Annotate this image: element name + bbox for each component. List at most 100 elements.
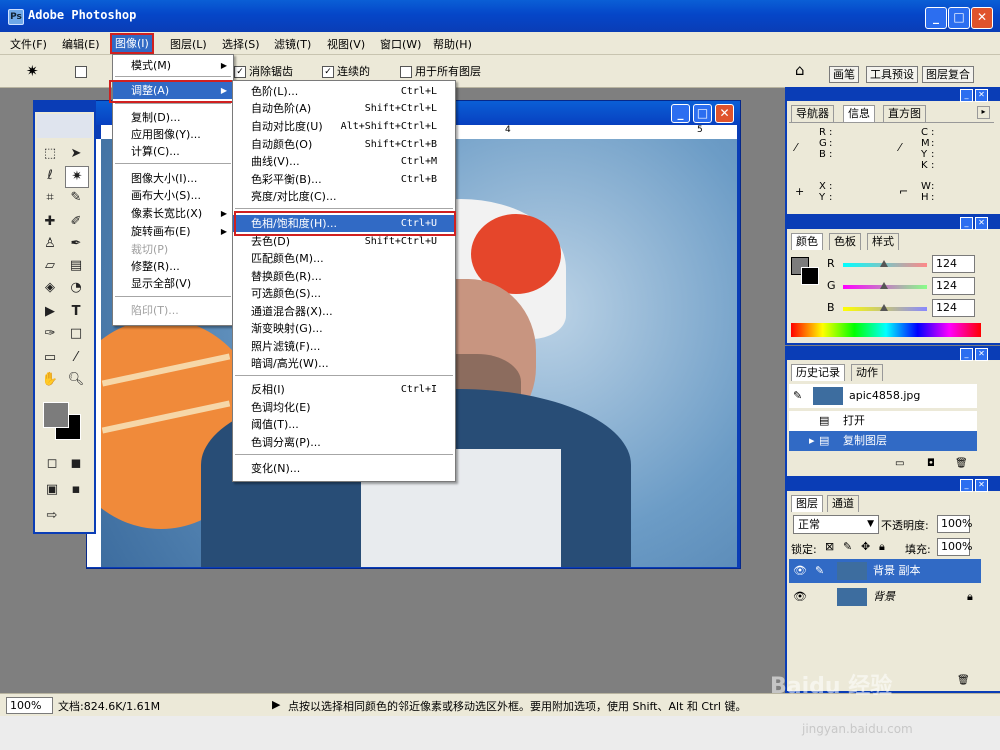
zoom-tool-icon[interactable]: 🔍︎ [65, 370, 87, 390]
menu-item-threshold[interactable]: 阈值(T)... [233, 416, 455, 433]
menu-item-posterize[interactable]: 色调分离(P)... [233, 434, 455, 451]
screen-mode-icon[interactable]: ▣ [41, 480, 63, 500]
magic-wand-tool-icon[interactable]: ✷ [65, 166, 89, 188]
dodge-tool-icon[interactable]: ◔ [65, 278, 87, 298]
tab-color[interactable]: 颜色 [791, 233, 823, 250]
panel-menu-icon[interactable]: ▸ [977, 106, 990, 119]
quick-mask-icon[interactable]: ◼ [65, 454, 87, 474]
fill-field[interactable]: 100% [937, 538, 972, 556]
menu-item-apply-image[interactable]: 应用图像(Y)... [113, 126, 233, 143]
clone-stamp-icon[interactable]: ♙ [39, 234, 61, 254]
menu-item-pixel-aspect[interactable]: 像素长宽比(X) ▶ [113, 205, 233, 222]
new-document-from-state-icon[interactable]: ▭ [895, 458, 904, 469]
menu-image[interactable]: 图像(I) [110, 33, 154, 54]
tab-histogram[interactable]: 直方图 [883, 105, 926, 122]
menu-item-selective-color[interactable]: 可选颜色(S)... [233, 285, 455, 302]
minimize-button[interactable]: _ [925, 7, 947, 29]
move-tool-icon[interactable]: ➤ [65, 144, 87, 164]
panel-minimize-button[interactable]: _ [960, 479, 973, 492]
eraser-tool-icon[interactable]: ▱ [39, 256, 61, 276]
opacity-field[interactable]: 100% [937, 515, 972, 533]
panel-close-button[interactable]: ✕ [975, 217, 988, 230]
menu-item-match-color[interactable]: 匹配颜色(M)... [233, 250, 455, 267]
menu-item-trim[interactable]: 修整(R)... [113, 258, 233, 275]
tab-layers[interactable]: 图层 [791, 495, 823, 512]
color-bg-swatch[interactable] [801, 267, 819, 285]
file-browser-icon[interactable]: ⌂ [795, 61, 805, 79]
contiguous-option[interactable]: ✓ 连续的 [322, 63, 370, 79]
full-screen-icon[interactable]: ▪ [65, 480, 87, 500]
history-item-open[interactable]: ▤ 打开 [789, 411, 977, 431]
maximize-button[interactable]: □ [948, 7, 970, 29]
slider-r[interactable] [843, 260, 927, 267]
value-g[interactable]: 124 [932, 277, 975, 295]
lock-position-icon[interactable]: ✥ [861, 540, 870, 553]
doc-close-button[interactable]: ✕ [715, 104, 734, 123]
delete-state-icon[interactable]: 🗑︎ [955, 458, 968, 469]
menu-item-replace-color[interactable]: 替换颜色(R)... [233, 268, 455, 285]
menu-item-rotate-canvas[interactable]: 旋转画布(E) ▶ [113, 223, 233, 240]
menu-select[interactable]: 选择(S) [222, 36, 260, 52]
brush-tool-icon[interactable]: ✐ [65, 212, 87, 232]
tab-navigator[interactable]: 导航器 [791, 105, 834, 122]
lock-all-icon[interactable]: 🔒︎ [879, 540, 885, 554]
menu-item-calculations[interactable]: 计算(C)... [113, 143, 233, 160]
panel-minimize-button[interactable]: _ [960, 89, 973, 102]
menu-help[interactable]: 帮助(H) [433, 36, 472, 52]
menu-layer[interactable]: 图层(L) [170, 36, 207, 52]
type-tool-icon[interactable]: T [65, 302, 87, 322]
notes-tool-icon[interactable]: ▭ [39, 348, 61, 368]
tab-channels[interactable]: 通道 [827, 495, 859, 512]
menu-item-equalize[interactable]: 色调均化(E) [233, 399, 455, 416]
menu-item-auto-contrast[interactable]: 自动对比度(U) Alt+Shift+Ctrl+L [233, 118, 455, 135]
menu-item-reveal-all[interactable]: 显示全部(V) [113, 275, 233, 292]
panel-close-button[interactable]: ✕ [975, 89, 988, 102]
tab-history[interactable]: 历史记录 [791, 364, 845, 381]
panel-minimize-button[interactable]: _ [960, 348, 973, 361]
menu-item-curves[interactable]: 曲线(V)... Ctrl+M [233, 153, 455, 170]
status-menu-arrow-icon[interactable]: ▶ [272, 698, 280, 711]
standard-mode-icon[interactable]: ◻ [41, 454, 63, 474]
doc-minimize-button[interactable]: _ [671, 104, 690, 123]
value-r[interactable]: 124 [932, 255, 975, 273]
menu-item-gradient-map[interactable]: 渐变映射(G)... [233, 320, 455, 337]
pen-tool-icon[interactable]: ✑ [39, 324, 61, 344]
slider-b[interactable] [843, 304, 927, 311]
delete-layer-icon[interactable]: 🗑︎ [957, 675, 970, 686]
panel-close-button[interactable]: ✕ [975, 479, 988, 492]
menu-item-image-size[interactable]: 图像大小(I)... [113, 170, 233, 187]
eye-icon[interactable]: 👁︎ [793, 559, 807, 583]
tab-styles[interactable]: 样式 [867, 233, 899, 250]
slider-g[interactable] [843, 282, 927, 289]
tab-info[interactable]: 信息 [843, 105, 875, 122]
menu-item-channel-mixer[interactable]: 通道混合器(X)... [233, 303, 455, 320]
selection-mode-icon[interactable] [75, 65, 90, 78]
eyedropper-tool-icon[interactable]: ⁄ [65, 348, 87, 368]
value-b[interactable]: 124 [932, 299, 975, 317]
menu-item-auto-color[interactable]: 自动颜色(O) Shift+Ctrl+B [233, 136, 455, 153]
crop-tool-icon[interactable]: ⌗ [39, 188, 61, 208]
shape-tool-icon[interactable]: □ [65, 324, 87, 344]
palette-tab-brushes[interactable]: 画笔 [829, 66, 859, 83]
menu-item-shadow-highlight[interactable]: 暗调/高光(W)... [233, 355, 455, 372]
magic-wand-icon[interactable]: ✷ [26, 62, 39, 80]
history-brush-source-icon[interactable]: ✎ [793, 384, 802, 408]
lasso-tool-icon[interactable]: ℓ [39, 166, 61, 186]
panel-minimize-button[interactable]: _ [960, 217, 973, 230]
menu-item-variations[interactable]: 变化(N)... [233, 460, 455, 477]
menu-item-duplicate[interactable]: 复制(D)... [113, 109, 233, 126]
close-button[interactable]: ✕ [971, 7, 993, 29]
history-item-duplicate-layer[interactable]: ▸ ▤ 复制图层 [789, 431, 977, 451]
doc-maximize-button[interactable]: □ [693, 104, 712, 123]
blend-mode-select[interactable]: 正常 ▼ [793, 515, 879, 534]
all-layers-option[interactable]: 用于所有图层 [400, 63, 481, 79]
menu-item-auto-levels[interactable]: 自动色阶(A) Shift+Ctrl+L [233, 100, 455, 117]
healing-brush-icon[interactable]: ✚ [39, 212, 61, 232]
hand-tool-icon[interactable]: ✋ [39, 370, 61, 390]
menu-window[interactable]: 窗口(W) [380, 36, 421, 52]
jump-to-imageready-icon[interactable]: ⇨ [41, 506, 63, 526]
menu-item-brightness-contrast[interactable]: 亮度/对比度(C)... [233, 188, 455, 205]
lock-image-icon[interactable]: ✎ [843, 540, 852, 553]
anti-alias-option[interactable]: ✓ 消除锯齿 [234, 63, 293, 79]
menu-view[interactable]: 视图(V) [327, 36, 365, 52]
